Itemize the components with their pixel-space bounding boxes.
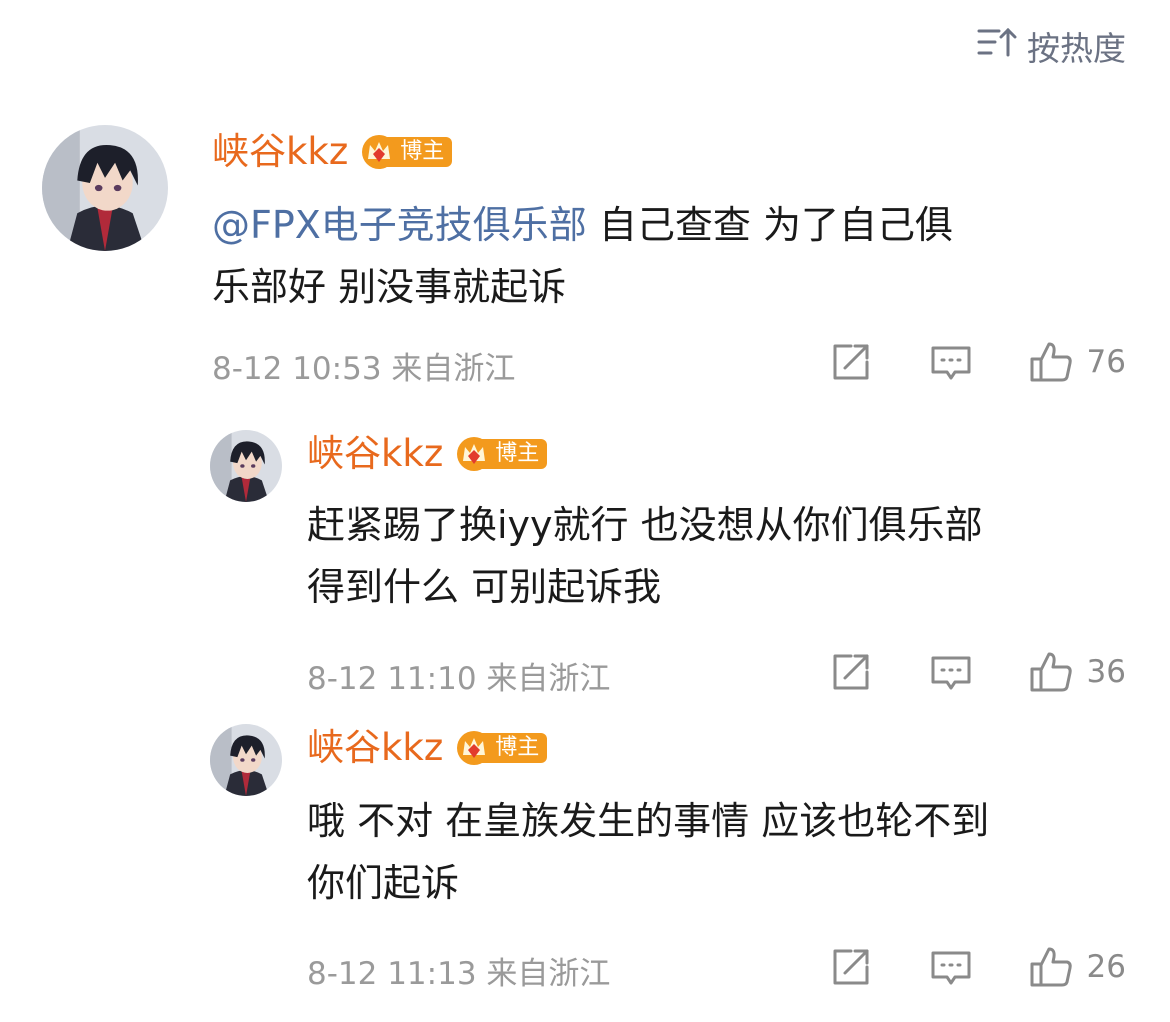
reply-button[interactable] (929, 650, 973, 694)
sort-by-popularity-button[interactable]: 按热度 (977, 22, 1126, 70)
comment-line: 乐部好 别没事就起诉 (212, 265, 567, 309)
thumbs-up-icon (1030, 947, 1072, 987)
username[interactable]: 峡谷kkz (307, 432, 443, 476)
comment-text: 哦 不对 在皇族发生的事情 应该也轮不到 你们起诉 (307, 790, 989, 914)
like-button[interactable]: 26 (1029, 945, 1126, 989)
crown-icon (457, 437, 492, 471)
comment-meta: 8-12 10:53 来自浙江 (212, 343, 515, 388)
comment-line: 得到什么 可别起诉我 (307, 565, 662, 609)
like-count: 76 (1086, 344, 1126, 380)
location: 来自浙江 (486, 956, 611, 992)
share-button[interactable] (829, 340, 873, 384)
author-badge: 博主 (455, 435, 548, 473)
like-count: 36 (1086, 654, 1126, 690)
like-button[interactable]: 36 (1029, 650, 1126, 694)
comment-meta: 8-12 11:10 来自浙江 (307, 653, 610, 698)
reply-button[interactable] (929, 945, 973, 989)
share-button[interactable] (829, 650, 873, 694)
like-button[interactable]: 76 (1029, 340, 1126, 384)
share-icon (833, 344, 869, 380)
comment-line: 自己查查 为了自己俱 (598, 203, 953, 247)
reply-button[interactable] (929, 340, 973, 384)
comment-line: 你们起诉 (307, 861, 460, 905)
author-badge: 博主 (360, 133, 453, 171)
location: 来自浙江 (391, 351, 516, 387)
share-button[interactable] (829, 945, 873, 989)
timestamp: 8-12 10:53 (212, 351, 382, 387)
share-icon (833, 654, 869, 690)
comment-text: 赶紧踢了换iyy就行 也没想从你们俱乐部 得到什么 可别起诉我 (307, 494, 983, 618)
like-count: 26 (1086, 949, 1126, 985)
thumbs-up-icon (1030, 652, 1072, 692)
username[interactable]: 峡谷kkz (307, 726, 443, 770)
reply-icon (931, 951, 971, 985)
avatar[interactable] (42, 125, 168, 251)
location: 来自浙江 (486, 661, 611, 697)
comment-line: 哦 不对 在皇族发生的事情 应该也轮不到 (307, 799, 990, 843)
timestamp: 8-12 11:10 (307, 661, 477, 697)
username[interactable]: 峡谷kkz (212, 130, 348, 174)
thumbs-up-icon (1030, 342, 1072, 382)
crown-icon (457, 731, 492, 765)
avatar[interactable] (210, 430, 282, 502)
author-badge: 博主 (455, 729, 548, 767)
sort-icon (977, 25, 1017, 67)
comment-line: 赶紧踢了换iyy就行 也没想从你们俱乐部 (307, 503, 983, 547)
share-icon (833, 949, 869, 985)
timestamp: 8-12 11:13 (307, 956, 477, 992)
sort-label: 按热度 (1027, 29, 1126, 68)
avatar[interactable] (210, 724, 282, 796)
reply-icon (931, 346, 971, 380)
comment-text: @FPX电子竞技俱乐部 自己查查 为了自己俱 乐部好 别没事就起诉 (212, 194, 953, 318)
reply-icon (931, 656, 971, 690)
crown-icon (362, 135, 397, 169)
mention-link[interactable]: @FPX电子竞技俱乐部 (212, 203, 587, 247)
comment-meta: 8-12 11:13 来自浙江 (307, 948, 610, 993)
